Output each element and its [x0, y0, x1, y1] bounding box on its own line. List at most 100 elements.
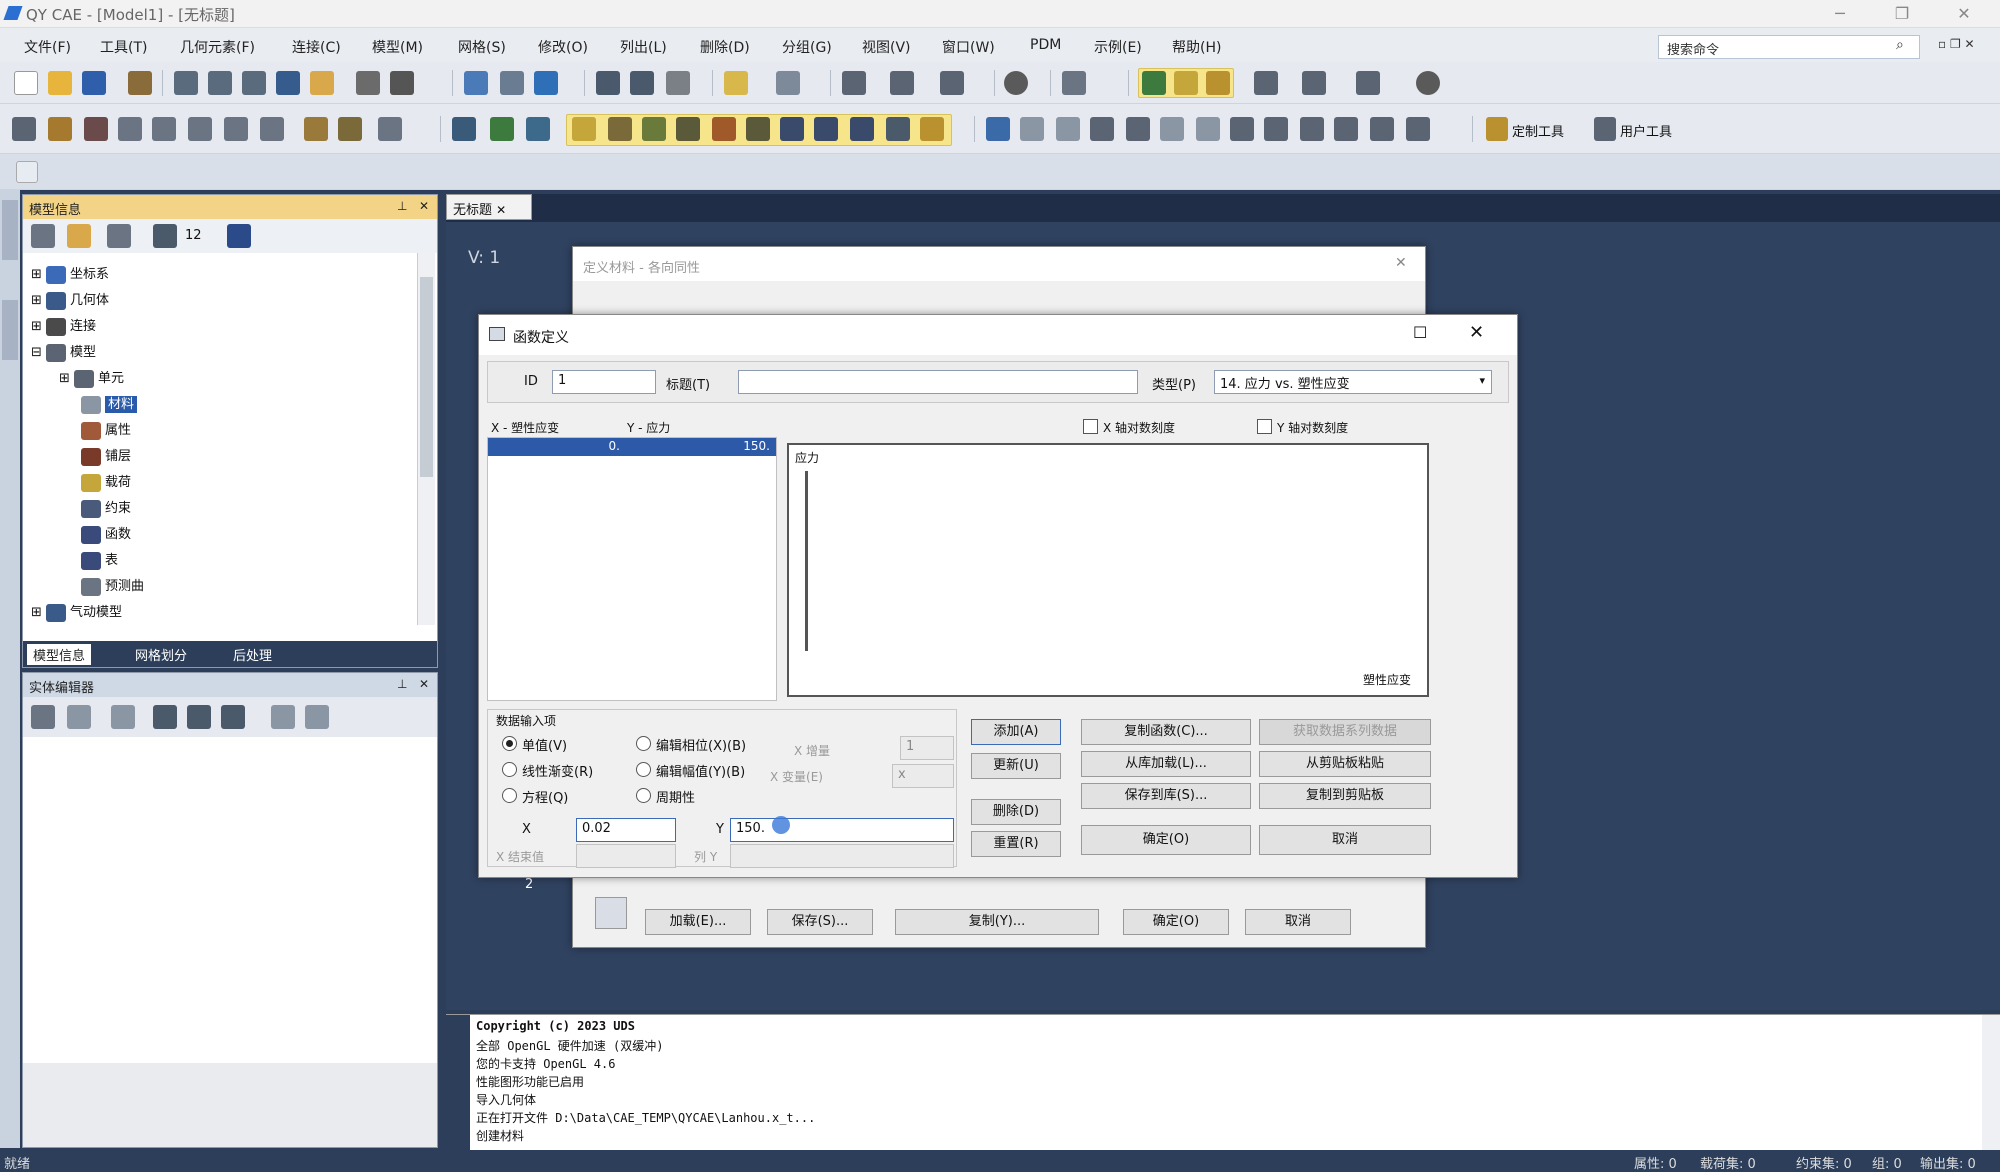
doc-icon[interactable]	[1406, 117, 1430, 141]
radio-edit-phase[interactable]	[636, 736, 651, 751]
dialog-close-icon[interactable]: ✕	[1469, 322, 1484, 343]
menu-pdm[interactable]: PDM	[1030, 37, 1061, 53]
lock-icon[interactable]	[31, 705, 55, 729]
type-select[interactable]: 14. 应力 vs. 塑性应变 ▾	[1214, 370, 1492, 394]
chart2-icon[interactable]	[526, 117, 550, 141]
x-value-input[interactable]: 0.02	[576, 818, 676, 842]
search-input[interactable]: 搜索命令	[1658, 35, 1920, 59]
variable-input[interactable]: x	[892, 764, 954, 788]
refresh-icon[interactable]	[842, 71, 866, 95]
doc-tab[interactable]: 无标题 ✕	[446, 194, 532, 220]
tool-icon[interactable]	[128, 71, 152, 95]
dock-tab-1[interactable]	[2, 200, 18, 260]
x-log-checkbox[interactable]	[1083, 419, 1098, 434]
stop-icon[interactable]	[1004, 71, 1028, 95]
book-icon[interactable]	[84, 117, 108, 141]
globe-icon[interactable]	[111, 705, 135, 729]
copy-clipboard-button[interactable]: 复制到剪贴板	[1259, 783, 1431, 809]
check-list-icon[interactable]	[630, 71, 654, 95]
mesh-icon[interactable]	[850, 117, 874, 141]
tree-item-load[interactable]: 载荷	[81, 471, 131, 492]
upload-icon[interactable]	[1334, 117, 1358, 141]
import2-icon[interactable]	[271, 705, 295, 729]
menu-help[interactable]: 帮助(H)	[1172, 37, 1221, 57]
table-icon[interactable]	[188, 117, 212, 141]
reset-button[interactable]: 重置(R)	[971, 831, 1061, 857]
material-cancel-button[interactable]: 取消	[1245, 909, 1351, 935]
menu-tools[interactable]: 工具(T)	[100, 37, 147, 57]
struct-icon[interactable]	[12, 117, 36, 141]
copy-icon[interactable]	[1230, 117, 1254, 141]
menu-group[interactable]: 分组(G)	[782, 37, 832, 57]
settings-icon[interactable]	[1416, 71, 1440, 95]
align-center-icon[interactable]	[1020, 117, 1044, 141]
list-icon[interactable]	[596, 71, 620, 95]
menu-model[interactable]: 模型(M)	[372, 37, 423, 57]
console-scrollbar[interactable]	[1982, 1015, 2000, 1151]
grid5-icon[interactable]	[1196, 117, 1220, 141]
tree-item-predict[interactable]: 预测曲	[81, 575, 144, 596]
user-tools-label[interactable]: 用户工具	[1620, 121, 1672, 140]
solid-icon[interactable]	[712, 117, 736, 141]
custom-tools-label[interactable]: 定制工具	[1512, 121, 1564, 140]
grid-icon[interactable]	[1302, 71, 1326, 95]
properties-icon[interactable]	[221, 705, 245, 729]
mdi-controls[interactable]: ▫ ❐ ✕	[1938, 37, 1975, 51]
tag-icon[interactable]	[920, 117, 944, 141]
select-icon[interactable]	[500, 71, 524, 95]
link-icon[interactable]	[1264, 117, 1288, 141]
tree-item-material[interactable]: 材料	[81, 393, 138, 414]
user-tools-icon[interactable]	[1594, 117, 1616, 141]
tree-item-element[interactable]: ⊞ 单元	[59, 367, 124, 388]
y-log-checkbox[interactable]	[1257, 419, 1272, 434]
view-icon[interactable]	[1062, 71, 1086, 95]
get-series-button[interactable]: 获取数据系列数据	[1259, 719, 1431, 745]
screen-icon[interactable]	[1356, 71, 1380, 95]
menu-geometry[interactable]: 几何元素(F)	[180, 37, 255, 57]
tree-scrollbar[interactable]	[417, 253, 435, 625]
radio-linear-ramp[interactable]	[502, 762, 517, 777]
menu-file[interactable]: 文件(F)	[24, 37, 71, 57]
constraint-icon[interactable]	[886, 117, 910, 141]
undo-icon[interactable]	[356, 71, 380, 95]
tree-folder-icon[interactable]	[67, 224, 91, 248]
grid3-icon[interactable]	[1126, 117, 1150, 141]
open-folder-icon[interactable]	[48, 71, 72, 95]
point-icon[interactable]	[572, 117, 596, 141]
tee-icon[interactable]	[780, 117, 804, 141]
material-copy-button[interactable]: 复制(Y)...	[895, 909, 1099, 935]
radio-edit-amplitude[interactable]	[636, 762, 651, 777]
cube-icon[interactable]	[534, 71, 558, 95]
data-table[interactable]: 0. 150.	[487, 437, 777, 701]
load-library-button[interactable]: 从库加载(L)...	[1081, 751, 1251, 777]
hammer-icon[interactable]	[304, 117, 328, 141]
tree-item-property[interactable]: 属性	[81, 419, 131, 440]
align-left-icon[interactable]	[986, 117, 1010, 141]
curve-icon[interactable]	[608, 117, 632, 141]
pen-icon[interactable]	[1206, 71, 1230, 95]
node-icon[interactable]	[1142, 71, 1166, 95]
frame-icon[interactable]	[378, 117, 402, 141]
brush-icon[interactable]	[1174, 71, 1198, 95]
tab-postprocess[interactable]: 后处理	[233, 645, 272, 664]
material-ok-button[interactable]: 确定(O)	[1123, 909, 1229, 935]
menu-modify[interactable]: 修改(O)	[538, 37, 588, 57]
layers-icon[interactable]	[452, 117, 476, 141]
delete-button[interactable]: 删除(D)	[971, 799, 1061, 825]
print-icon[interactable]	[390, 71, 414, 95]
leaf-icon[interactable]	[490, 117, 514, 141]
picture-icon[interactable]	[310, 71, 334, 95]
menu-delete[interactable]: 删除(D)	[700, 37, 750, 57]
ok-button[interactable]: 确定(O)	[1081, 825, 1251, 855]
tree-edit-icon[interactable]	[227, 224, 251, 248]
layout-icon[interactable]	[276, 71, 300, 95]
picture2-icon[interactable]	[152, 117, 176, 141]
new-file-icon[interactable]	[14, 71, 38, 95]
box-icon[interactable]	[666, 71, 690, 95]
close-icon[interactable]: ✕	[1944, 2, 1984, 26]
doc-tab-close-icon[interactable]: ✕	[496, 203, 506, 217]
menu-view[interactable]: 视图(V)	[862, 37, 911, 57]
ruler-icon[interactable]	[724, 71, 748, 95]
align-right-icon[interactable]	[1056, 117, 1080, 141]
tree-item-aero[interactable]: ⊞ 气动模型	[31, 601, 122, 622]
